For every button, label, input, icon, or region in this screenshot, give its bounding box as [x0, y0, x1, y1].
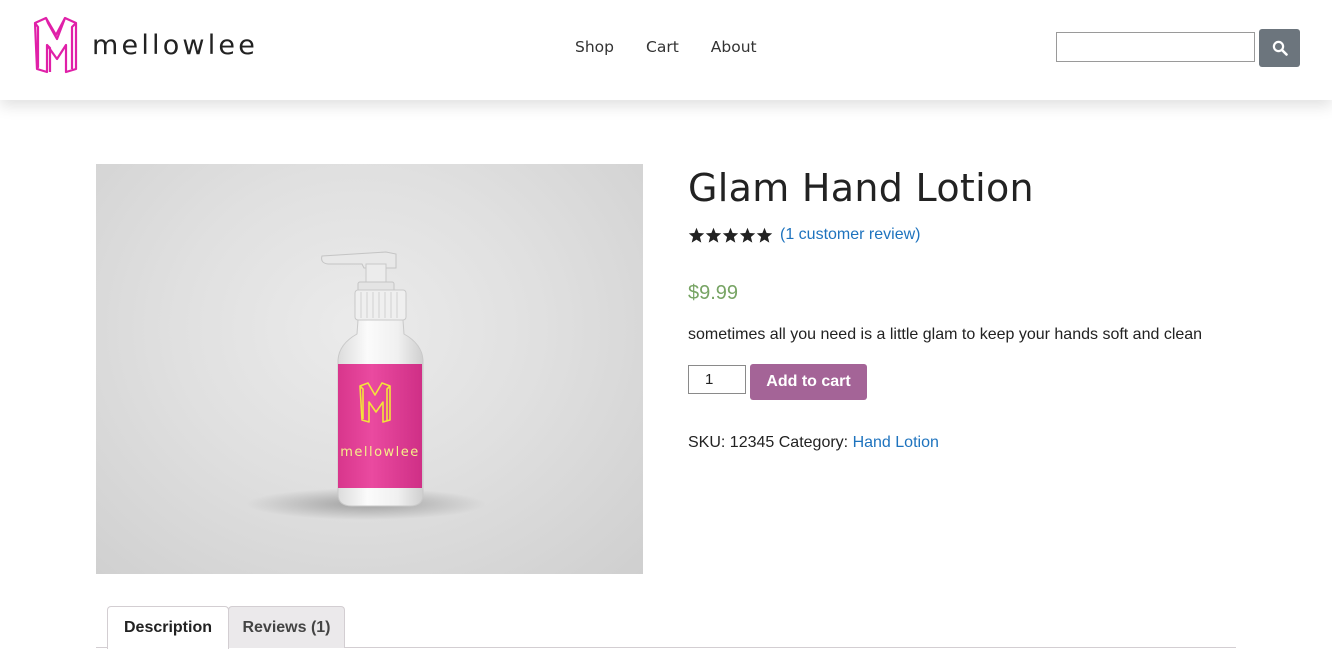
tab-reviews[interactable]: Reviews (1) [228, 606, 345, 648]
star-icon [756, 227, 773, 243]
sku-label: SKU: [688, 434, 726, 451]
product-meta: SKU: 12345 Category: Hand Lotion [688, 434, 939, 452]
product-price: $9.99 [688, 282, 739, 304]
star-icon [739, 227, 756, 243]
product-image[interactable]: mellowlee [96, 164, 643, 574]
nav-shop[interactable]: Shop [575, 38, 614, 56]
category-label: Category: [778, 434, 849, 451]
brand-name: mellowlee [92, 29, 259, 61]
site-logo[interactable]: mellowlee [32, 15, 258, 75]
product-short-description: sometimes all you need is a little glam … [688, 326, 1203, 343]
tab-description[interactable]: Description [107, 606, 229, 649]
bottle-label-text: mellowlee [340, 445, 420, 460]
quantity-input[interactable] [688, 365, 746, 394]
product-rating: (1 customer review) [688, 226, 920, 244]
sku-value: 12345 [729, 434, 775, 451]
category-link[interactable]: Hand Lotion [853, 434, 939, 451]
lotion-bottle-image: mellowlee [246, 251, 486, 520]
star-icon [722, 227, 739, 243]
mellowlee-logo-icon [33, 16, 78, 74]
add-to-cart-button[interactable]: Add to cart [750, 364, 867, 400]
nav-about[interactable]: About [711, 38, 757, 56]
nav-cart[interactable]: Cart [646, 38, 679, 56]
star-rating [688, 227, 773, 244]
product-title: Glam Hand Lotion [688, 166, 1034, 210]
site-header: mellowlee Shop Cart About [0, 0, 1332, 100]
star-icon [688, 227, 705, 243]
main-nav: Shop Cart About [575, 38, 789, 56]
search-button[interactable] [1259, 29, 1300, 67]
search-icon [1272, 40, 1288, 56]
search-input[interactable] [1056, 32, 1255, 62]
customer-review-link[interactable]: (1 customer review) [780, 226, 920, 244]
star-icon [705, 227, 722, 243]
